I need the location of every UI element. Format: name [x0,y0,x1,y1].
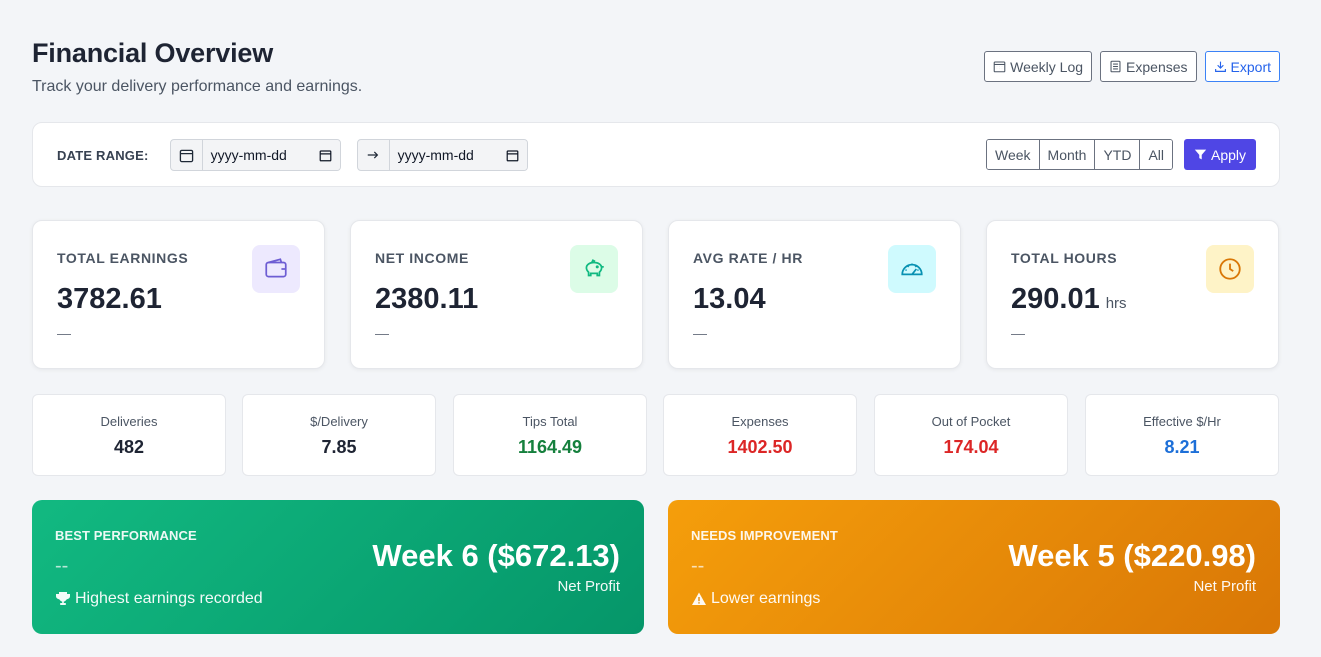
stat-tips-total: Tips Total 1164.49 [453,394,647,476]
kpi-value: 13.04 [693,283,766,315]
arrow-right-icon [358,140,390,170]
clock-icon [1206,245,1254,293]
apply-label: Apply [1210,146,1247,163]
kpi-total-earnings: TOTAL EARNINGS 3782.61 — [32,220,325,369]
date-range-filter: DATE RANGE: yyyy-mm-dd yyyy-mm-dd Week M… [32,122,1280,187]
apply-button[interactable]: Apply [1184,139,1256,170]
page-header: Financial Overview Track your delivery p… [32,38,1280,98]
stat-effective-rate: Effective $/Hr 8.21 [1085,394,1279,476]
stat-deliveries: Deliveries 482 [32,394,226,476]
stat-label: Effective $/Hr [1143,414,1221,429]
stat-value: 174.04 [943,437,999,457]
stat-label: Tips Total [522,414,578,429]
stat-out-of-pocket: Out of Pocket 174.04 [874,394,1068,476]
kpi-value: 2380.11 [375,283,479,315]
best-label: BEST PERFORMANCE [55,528,197,543]
calendar-grid-icon [993,61,1006,73]
kpi-label: TOTAL EARNINGS [57,250,189,266]
page-subtitle: Track your delivery performance and earn… [32,78,363,95]
kpi-avg-rate: AVG RATE / HR 13.04 — [668,220,961,369]
best-sub: Net Profit [557,578,620,595]
stat-value: 1164.49 [517,437,583,457]
kpi-label: TOTAL HOURS [1011,250,1118,266]
best-dash: -- [55,555,69,577]
weekly-log-label: Weekly Log [1010,58,1084,75]
receipt-icon [1110,60,1121,73]
kpi-change: — [57,325,71,341]
preset-week-button[interactable]: Week [987,140,1040,169]
weekly-log-button[interactable]: Weekly Log [984,51,1093,82]
header-actions: Weekly Log Expenses Export [984,51,1280,82]
stat-label: Out of Pocket [931,414,1011,429]
kpi-unit: hrs [1105,295,1127,312]
start-date-input[interactable]: yyyy-mm-dd [202,140,340,170]
needs-improvement-card: NEEDS IMPROVEMENT -- Lower earnings Week… [668,500,1280,634]
expenses-label: Expenses [1126,58,1188,75]
stat-value: 7.85 [321,437,357,457]
best-performance-card: BEST PERFORMANCE -- Highest earnings rec… [32,500,644,634]
stat-value: 8.21 [1164,437,1200,457]
start-date-placeholder: yyyy-mm-dd [210,147,287,163]
stat-label: Expenses [731,414,789,429]
worst-note: Lower earnings [691,590,820,608]
preset-month-button[interactable]: Month [1039,140,1096,169]
worst-sub: Net Profit [1193,578,1256,595]
stat-label: Deliveries [100,414,158,429]
kpi-change: — [375,325,389,341]
date-picker-icon[interactable] [506,149,519,162]
wallet-icon [252,245,300,293]
end-date-group: yyyy-mm-dd [357,139,528,171]
stat-expenses: Expenses 1402.50 [663,394,857,476]
piggy-bank-icon [570,245,618,293]
start-date-group: yyyy-mm-dd [170,139,341,171]
stat-value: 1402.50 [727,437,793,457]
export-button[interactable]: Export [1204,51,1280,82]
best-week: Week 6 ($672.13) [372,538,620,573]
kpi-total-hours: TOTAL HOURS 290.01 hrs — [986,220,1279,369]
kpi-value: 290.01 hrs [1011,283,1127,315]
warning-icon [692,592,706,605]
download-icon [1214,61,1226,72]
kpi-net-income: NET INCOME 2380.11 — [350,220,643,369]
export-label: Export [1230,58,1271,75]
kpi-change: — [693,325,707,341]
kpi-change: — [1011,325,1025,341]
best-note: Highest earnings recorded [55,590,263,608]
worst-week: Week 5 ($220.98) [1008,538,1256,573]
stat-per-delivery: $/Delivery 7.85 [242,394,436,476]
stat-value: 482 [113,437,145,457]
kpi-label: NET INCOME [375,250,469,266]
filter-icon [1194,149,1207,160]
calendar-icon [171,140,203,170]
kpi-value: 3782.61 [57,283,162,315]
trophy-icon [56,592,70,605]
speedometer-icon [888,245,936,293]
stat-label: $/Delivery [310,414,368,429]
preset-ytd-button[interactable]: YTD [1095,140,1141,169]
end-date-placeholder: yyyy-mm-dd [397,147,474,163]
expenses-button[interactable]: Expenses [1100,51,1197,82]
date-picker-icon[interactable] [319,149,332,162]
worst-dash: -- [691,555,705,577]
date-range-label: DATE RANGE: [57,148,149,163]
worst-label: NEEDS IMPROVEMENT [691,528,838,543]
range-presets: Week Month YTD All [986,139,1174,170]
preset-all-button[interactable]: All [1140,140,1173,169]
end-date-input[interactable]: yyyy-mm-dd [389,140,527,170]
kpi-label: AVG RATE / HR [693,250,803,266]
